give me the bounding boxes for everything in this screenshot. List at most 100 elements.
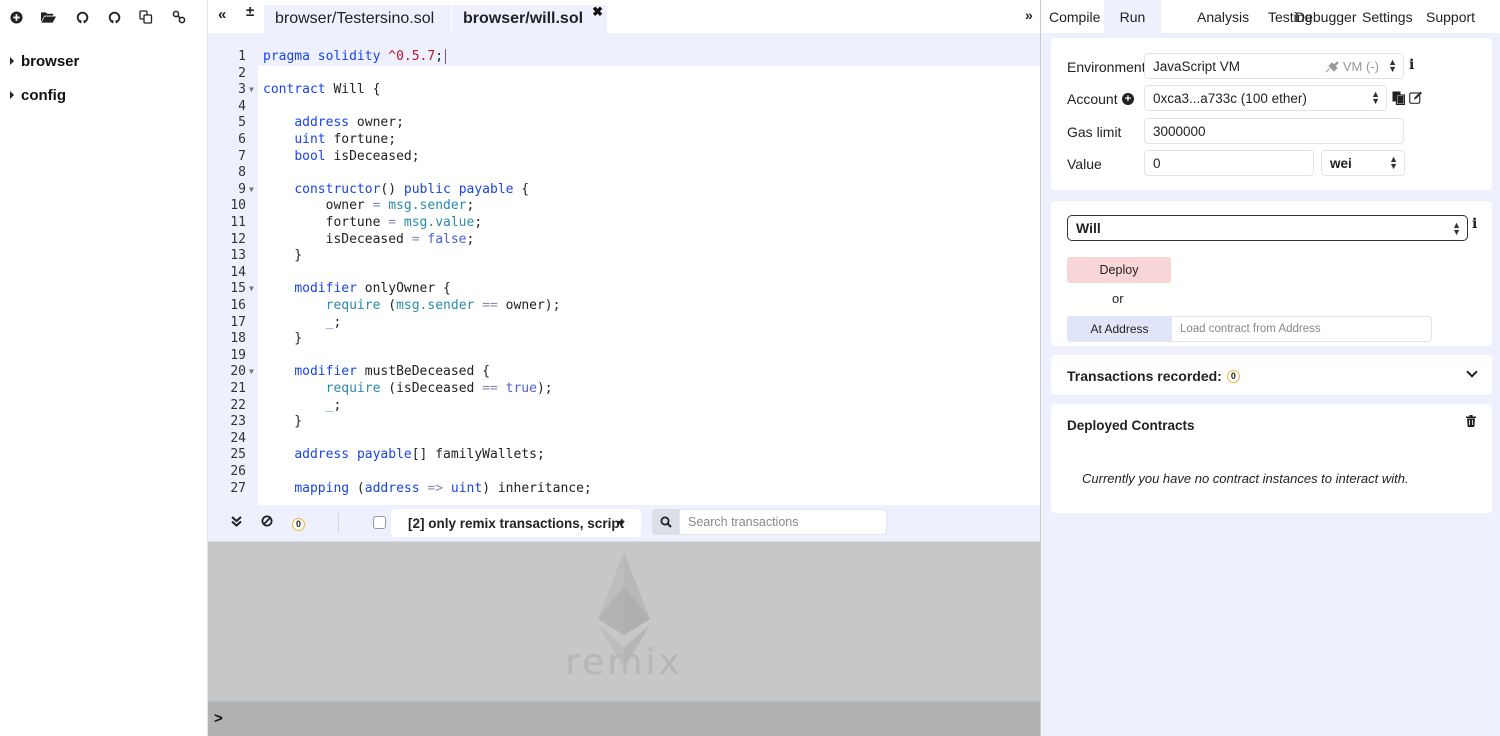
code-text: fortune = msg.value;	[263, 215, 483, 230]
code-text: pragma solidity ^0.5.7;	[263, 49, 447, 66]
terminal-prompt: >	[214, 710, 223, 727]
caret-right-icon	[10, 57, 14, 65]
code-line[interactable]: 24	[208, 431, 1040, 448]
line-number: 3	[238, 82, 246, 98]
fold-toggle-icon[interactable]: ▼	[249, 281, 254, 298]
line-number: 2	[238, 65, 246, 81]
value-unit-select[interactable]: wei ▲ ▼	[1321, 150, 1405, 176]
code-editor[interactable]: 1 pragma solidity ^0.5.7; 2 3 ▼ contract Will…	[208, 47, 1040, 505]
code-text: mapping (address => uint) inheritance;	[294, 480, 592, 496]
code-text: }	[263, 331, 303, 347]
chevron-down-icon[interactable]	[1466, 366, 1478, 378]
value-amount: 0	[1153, 155, 1161, 171]
tab-debugger[interactable]: Debugger	[1287, 0, 1365, 33]
code-line[interactable]: 17 _;	[208, 315, 1040, 332]
value-label: Value	[1067, 156, 1102, 172]
github-gist-icon[interactable]	[74, 9, 90, 25]
code-line[interactable]: 5 address owner;	[208, 115, 1040, 132]
code-line[interactable]: 7 bool isDeceased;	[208, 149, 1040, 166]
code-line[interactable]: 22 _;	[208, 398, 1040, 415]
code-line[interactable]: 15 ▼ modifier onlyOwner {	[208, 281, 1040, 298]
info-icon[interactable]: i	[1409, 57, 1414, 73]
load-contract-address-input[interactable]	[1172, 316, 1432, 342]
code-line[interactable]: 2	[208, 66, 1040, 83]
copy-files-icon[interactable]	[138, 9, 154, 25]
code-line[interactable]: 19	[208, 348, 1040, 365]
terminal-input[interactable]: >	[208, 701, 1040, 736]
transactions-recorded-card[interactable]: Transactions recorded: 0	[1051, 355, 1492, 395]
deploy-button[interactable]: Deploy	[1067, 257, 1171, 283]
code-line[interactable]: 13 }	[208, 248, 1040, 265]
at-address-label: At Address	[1090, 322, 1149, 336]
value-input[interactable]: 0	[1144, 150, 1314, 176]
zoom-icon[interactable]: ±	[246, 3, 254, 20]
code-line[interactable]: 11 fortune = msg.value;	[208, 215, 1040, 232]
code-text: isDeceased = false;	[263, 231, 475, 247]
new-file-icon[interactable]	[8, 9, 24, 25]
listen-network-checkbox[interactable]	[373, 516, 386, 529]
code-line[interactable]: 20 ▼ modifier mustBeDeceased {	[208, 364, 1040, 381]
line-number: 14	[230, 264, 246, 280]
code-line[interactable]: 4	[208, 99, 1040, 116]
tree-item-browser[interactable]: browser	[10, 52, 79, 70]
code-line[interactable]: 27 mapping (address => uint) inheritance…	[208, 481, 1040, 498]
contract-select[interactable]: Will ▲ ▼	[1067, 215, 1468, 241]
tree-item-config[interactable]: config	[10, 86, 79, 104]
line-number: 11	[230, 215, 246, 230]
network-label: VM (-)	[1342, 59, 1379, 74]
fold-toggle-icon[interactable]: ▼	[249, 82, 254, 99]
environment-select[interactable]: JavaScript VM VM (-) ▲ ▼	[1144, 53, 1404, 79]
code-line[interactable]: 18 }	[208, 331, 1040, 348]
sign-message-icon[interactable]	[1409, 91, 1423, 109]
deployed-contracts-title: Deployed Contracts	[1067, 418, 1195, 433]
minimize-terminal-icon[interactable]	[231, 515, 242, 530]
code-line[interactable]: 25 address payable[] familyWallets;	[208, 447, 1040, 464]
code-line[interactable]: 1 pragma solidity ^0.5.7;	[208, 49, 1040, 66]
line-number: 9	[238, 181, 246, 197]
tab-analysis[interactable]: Analysis	[1189, 0, 1257, 33]
account-select[interactable]: 0xca3...a733c (100 ether) ▲ ▼	[1144, 85, 1387, 111]
code-line[interactable]: 8	[208, 165, 1040, 182]
code-text: _;	[325, 397, 342, 413]
code-line[interactable]: 14	[208, 265, 1040, 282]
line-number: 26	[230, 464, 246, 479]
code-line[interactable]: 9 ▼ constructor() public payable {	[208, 182, 1040, 199]
open-folder-icon[interactable]	[40, 9, 56, 25]
link-localhost-icon[interactable]	[171, 9, 187, 25]
transaction-filter-dropdown[interactable]: [2] only remix transactions, script	[391, 509, 641, 537]
github-icon[interactable]	[106, 9, 122, 25]
tab-label: Support	[1426, 8, 1476, 25]
code-line[interactable]: 21 require (isDeceased == true);	[208, 381, 1040, 398]
search-transactions-input[interactable]	[679, 509, 887, 535]
create-account-icon[interactable]: +	[1122, 93, 1134, 105]
tab-will[interactable]: browser/will.sol ✖	[452, 4, 607, 33]
code-line[interactable]: 6 uint fortune;	[208, 132, 1040, 149]
code-line[interactable]: 10 owner = msg.sender;	[208, 198, 1040, 215]
fold-toggle-icon[interactable]: ▼	[249, 182, 254, 199]
tab-settings[interactable]: Settings	[1354, 0, 1421, 33]
code-line[interactable]: 12 isDeceased = false;	[208, 232, 1040, 249]
code-line[interactable]: 16 require (msg.sender == owner);	[208, 298, 1040, 315]
close-icon[interactable]: ✖	[592, 4, 603, 20]
tab-run[interactable]: Run	[1104, 0, 1161, 33]
fold-toggle-icon[interactable]: ▼	[249, 364, 254, 381]
search-icon[interactable]	[652, 509, 679, 535]
tab-compile[interactable]: Compile	[1041, 0, 1108, 33]
clear-console-icon[interactable]	[261, 515, 273, 530]
at-address-button[interactable]: At Address	[1067, 316, 1172, 342]
gas-limit-input[interactable]: 3000000	[1144, 118, 1404, 144]
trash-icon[interactable]	[1466, 415, 1476, 427]
deployed-contracts-card: Deployed Contracts Currently you have no…	[1051, 404, 1492, 513]
collapse-right-panel-icon[interactable]: »	[1025, 7, 1033, 23]
code-line[interactable]: 23 }	[208, 414, 1040, 431]
info-icon[interactable]: i	[1472, 216, 1477, 232]
tab-testersino[interactable]: browser/Testersino.sol	[264, 5, 451, 33]
code-line[interactable]: 3 ▼ contract Will {	[208, 82, 1040, 99]
code-line[interactable]: 26	[208, 464, 1040, 481]
copy-address-icon[interactable]	[1392, 91, 1406, 110]
collapse-left-panel-icon[interactable]: «	[218, 6, 226, 23]
contract-selected: Will	[1076, 220, 1101, 236]
select-arrows-icon: ▲ ▼	[1389, 154, 1398, 171]
code-text: require (isDeceased == true);	[325, 381, 553, 396]
tab-support[interactable]: Support	[1418, 0, 1483, 33]
